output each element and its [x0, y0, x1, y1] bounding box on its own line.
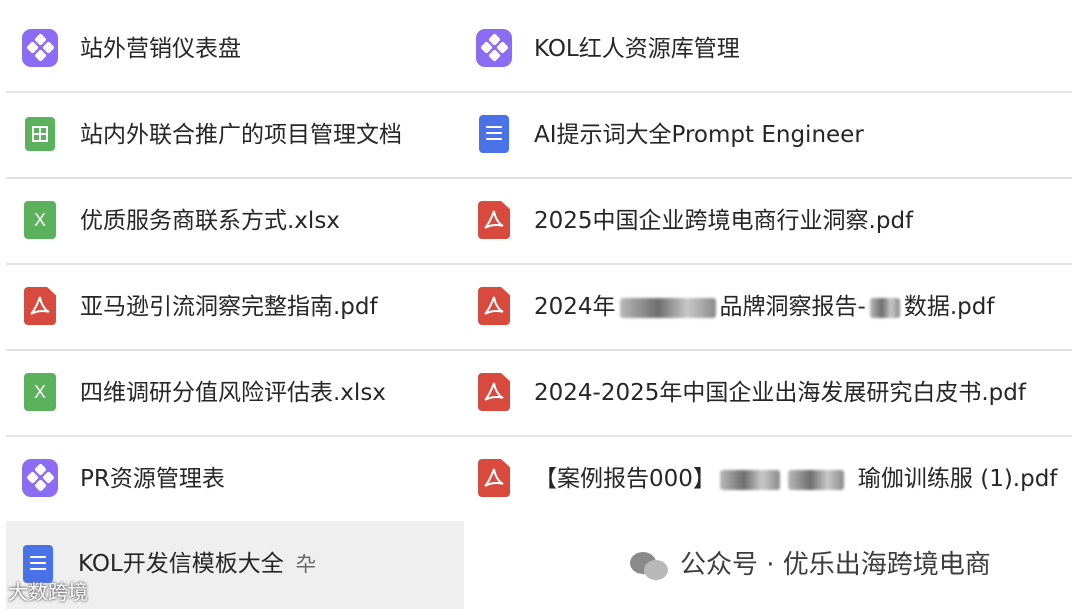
file-row: X 四维调研分值风险评估表.xlsx 2024-2025年中国企业出海发展研究白… — [0, 350, 1080, 436]
file-item[interactable]: PR资源管理表 — [8, 436, 463, 522]
base-app-icon — [22, 29, 58, 67]
pin-icon[interactable]: 卆 — [296, 552, 316, 576]
file-item[interactable]: KOL红人资源库管理 — [462, 6, 1072, 92]
file-item[interactable]: X 四维调研分值风险评估表.xlsx — [8, 350, 463, 436]
file-name: 站外营销仪表盘 — [80, 36, 241, 62]
file-name: 优质服务商联系方式.xlsx — [80, 208, 340, 234]
file-row: 站外营销仪表盘 KOL红人资源库管理 — [0, 6, 1080, 92]
file-name: KOL红人资源库管理 — [534, 36, 740, 62]
file-item[interactable]: AI提示词大全Prompt Engineer — [462, 92, 1072, 178]
sheet-grid-icon — [22, 116, 58, 152]
base-app-icon — [22, 459, 58, 497]
pdf-file-icon — [476, 459, 512, 497]
file-item[interactable]: 亚马逊引流洞察完整指南.pdf — [8, 264, 463, 350]
file-name-suffix: 数据.pdf — [903, 294, 995, 320]
file-item[interactable]: X 优质服务商联系方式.xlsx — [8, 178, 463, 264]
file-row: PR资源管理表 【案例报告000】 瑜伽训练服 (1).pdf — [0, 436, 1080, 522]
file-item[interactable]: 2024年 品牌洞察报告- 数据.pdf — [462, 264, 1072, 350]
file-item[interactable]: 站内外联合推广的项目管理文档 — [8, 92, 463, 178]
file-name: 【案例报告000】 瑜伽训练服 (1).pdf — [534, 436, 1057, 522]
wechat-watermark: 公众号 · 优乐出海跨境电商 — [630, 540, 991, 590]
file-item[interactable]: 站外营销仪表盘 — [8, 6, 463, 92]
file-name-prefix: 2024年 — [534, 294, 616, 320]
file-name: 2024-2025年中国企业出海发展研究白皮书.pdf — [534, 380, 1026, 406]
file-row: 亚马逊引流洞察完整指南.pdf 2024年 品牌洞察报告- 数据.pdf — [0, 264, 1080, 350]
file-name-prefix: 【案例报告000】 — [534, 466, 716, 492]
redacted-text — [719, 469, 780, 490]
pdf-file-icon — [476, 373, 512, 411]
redacted-text — [869, 297, 900, 318]
file-item[interactable]: 2024-2025年中国企业出海发展研究白皮书.pdf — [462, 350, 1072, 436]
doc-file-icon — [476, 115, 512, 153]
pdf-file-icon — [476, 201, 512, 239]
file-name: PR资源管理表 — [80, 466, 225, 492]
excel-file-icon: X — [22, 373, 58, 411]
base-app-icon — [476, 29, 512, 67]
excel-file-icon: X — [22, 201, 58, 239]
wechat-icon — [630, 551, 670, 580]
corner-watermark-text: 大数跨境 — [8, 580, 88, 604]
redacted-text — [619, 297, 716, 318]
file-name: 2025中国企业跨境电商行业洞察.pdf — [534, 208, 914, 234]
file-row: 站内外联合推广的项目管理文档 AI提示词大全Prompt Engineer — [0, 92, 1080, 178]
pdf-file-icon — [22, 287, 58, 325]
redacted-text — [787, 469, 844, 490]
file-name: 四维调研分值风险评估表.xlsx — [80, 380, 386, 406]
file-name: 亚马逊引流洞察完整指南.pdf — [80, 294, 378, 320]
file-name: 站内外联合推广的项目管理文档 — [80, 122, 402, 148]
file-list: 站外营销仪表盘 KOL红人资源库管理 站内外联合推广的项目管理文档 AI提示词大… — [0, 0, 1080, 609]
file-name: KOL开发信模板大全卆 — [78, 521, 316, 607]
file-row: X 优质服务商联系方式.xlsx 2025中国企业跨境电商行业洞察.pdf — [0, 178, 1080, 264]
file-name: 2024年 品牌洞察报告- 数据.pdf — [534, 264, 994, 350]
file-item[interactable]: 【案例报告000】 瑜伽训练服 (1).pdf — [462, 436, 1072, 522]
watermark-text: 公众号 · 优乐出海跨境电商 — [680, 550, 991, 580]
file-name: AI提示词大全Prompt Engineer — [534, 122, 864, 148]
file-name-suffix: 瑜伽训练服 (1).pdf — [857, 466, 1058, 492]
file-name-text: KOL开发信模板大全 — [78, 551, 284, 577]
file-item[interactable]: 2025中国企业跨境电商行业洞察.pdf — [462, 178, 1072, 264]
file-name-mid: 品牌洞察报告- — [719, 294, 866, 320]
corner-watermark: 大数跨境 — [8, 576, 88, 605]
pdf-file-icon — [476, 287, 512, 325]
